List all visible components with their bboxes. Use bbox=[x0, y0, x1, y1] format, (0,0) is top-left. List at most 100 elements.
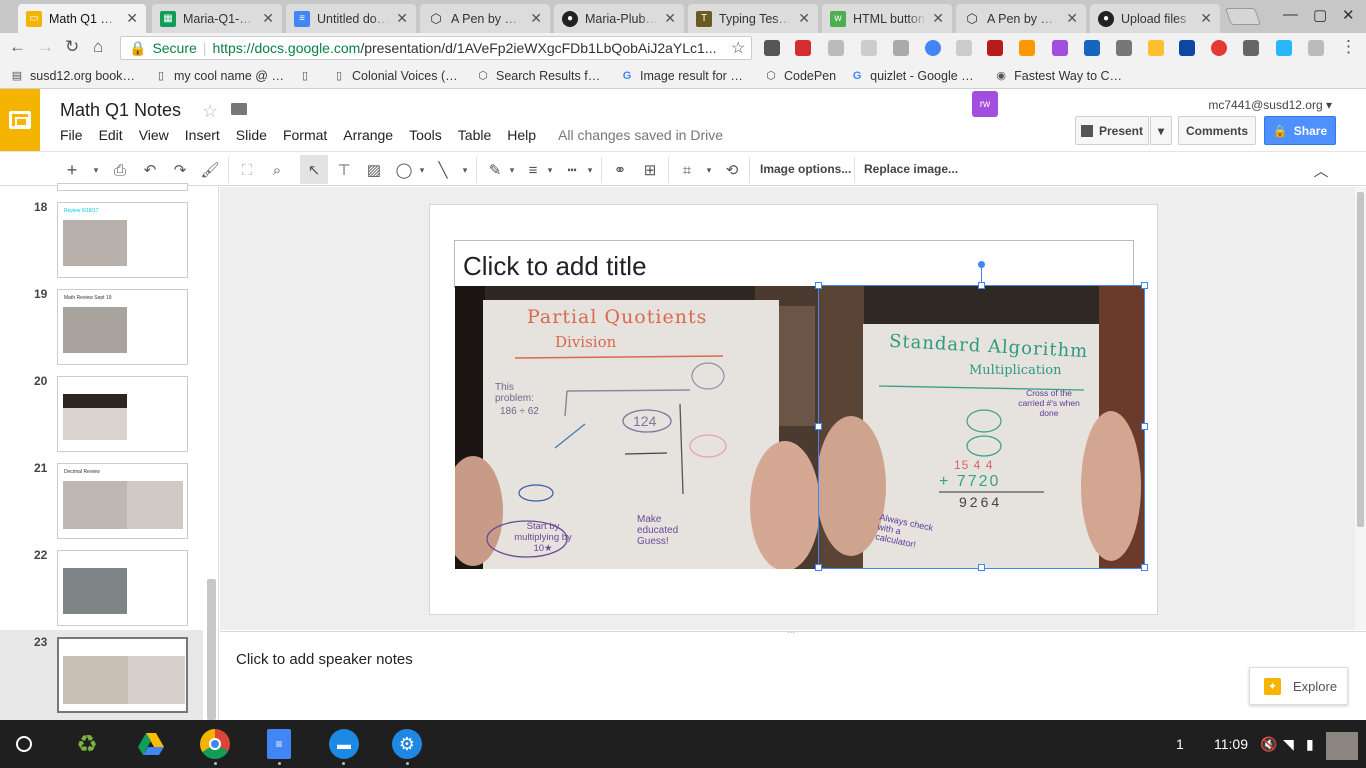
close-icon[interactable]: ✕ bbox=[932, 10, 944, 27]
close-icon[interactable]: ✕ bbox=[396, 10, 408, 27]
bookmark-star-icon[interactable]: ☆ bbox=[731, 38, 745, 58]
adblock-icon[interactable] bbox=[1211, 40, 1227, 56]
title-placeholder[interactable]: Click to add title bbox=[454, 240, 1134, 288]
slide-thumbnail[interactable] bbox=[57, 183, 188, 191]
menu-format[interactable]: Format bbox=[283, 127, 327, 143]
bookmark-item[interactable]: G Image result for multi bbox=[620, 69, 750, 83]
bookmark-item[interactable]: ▯ bbox=[298, 69, 318, 83]
border-dash-icon[interactable]: ┅ bbox=[562, 161, 582, 179]
reset-image-icon[interactable]: ⟲ bbox=[722, 161, 742, 179]
maximize-icon[interactable]: ▢ bbox=[1313, 6, 1327, 24]
settings-icon[interactable]: ⚙ bbox=[392, 729, 422, 759]
print-icon[interactable]: ⎙ bbox=[110, 161, 130, 179]
extension-c-icon[interactable] bbox=[764, 40, 780, 56]
tab-html-button[interactable]: w HTML button ✕ bbox=[822, 4, 952, 33]
close-icon[interactable]: ✕ bbox=[1066, 10, 1078, 27]
resize-handle-sw[interactable] bbox=[815, 564, 822, 571]
replace-image-button[interactable]: Replace image... bbox=[864, 162, 958, 176]
text-box-icon[interactable]: ⊤ bbox=[334, 161, 354, 179]
menu-icon[interactable]: ⋮ bbox=[1340, 37, 1357, 57]
resize-grip-icon[interactable]: ⋯ bbox=[787, 628, 795, 637]
crop-dropdown-icon[interactable]: ▾ bbox=[699, 161, 719, 179]
link-icon[interactable]: ⚭ bbox=[610, 161, 630, 179]
extension-keep-icon[interactable] bbox=[1148, 40, 1164, 56]
resize-handle-nw[interactable] bbox=[815, 282, 822, 289]
extension-color-icon[interactable] bbox=[1019, 40, 1035, 56]
present-button[interactable]: Present bbox=[1075, 116, 1149, 145]
line-icon[interactable]: ╲ bbox=[433, 161, 453, 179]
zoom-fit-icon[interactable]: ⛶ bbox=[237, 161, 257, 179]
slide-thumbnail-19[interactable]: Math Review Sept 19 bbox=[57, 289, 188, 365]
extension-s-icon[interactable] bbox=[987, 40, 1003, 56]
bookmark-item[interactable]: Gquizlet - Google Sear bbox=[850, 69, 980, 83]
select-icon[interactable]: ↖ bbox=[300, 155, 328, 184]
border-weight-dropdown-icon[interactable]: ▾ bbox=[540, 161, 560, 179]
explore-button[interactable]: ✦ Explore bbox=[1249, 667, 1348, 705]
shape-icon[interactable]: ◯ bbox=[394, 161, 414, 179]
shape-dropdown-icon[interactable]: ▾ bbox=[412, 161, 432, 179]
close-icon[interactable]: ✕ bbox=[126, 10, 138, 27]
document-title[interactable]: Math Q1 Notes bbox=[60, 100, 181, 121]
comments-button[interactable]: Comments bbox=[1178, 116, 1256, 145]
extension-mic-icon[interactable] bbox=[925, 40, 941, 56]
chrome-icon[interactable] bbox=[200, 729, 230, 759]
menu-tools[interactable]: Tools bbox=[409, 127, 442, 143]
star-icon[interactable]: ☆ bbox=[202, 101, 218, 122]
undo-icon[interactable]: ↶ bbox=[140, 161, 160, 179]
crop-icon[interactable]: ⌗ bbox=[677, 161, 697, 179]
share-button[interactable]: 🔒 Share bbox=[1264, 116, 1336, 145]
extension-book-icon[interactable] bbox=[795, 40, 811, 56]
wifi-icon[interactable]: ◥ bbox=[1283, 736, 1294, 753]
tab-untitled-document[interactable]: ≡ Untitled document ✕ bbox=[286, 4, 416, 33]
address-bar[interactable]: 🔒 Secure | https://docs.google.com/prese… bbox=[120, 36, 752, 60]
menu-insert[interactable]: Insert bbox=[185, 127, 220, 143]
account-email[interactable]: mc7441@susd12.org ▾ bbox=[1208, 98, 1332, 112]
mute-icon[interactable]: 🔇 bbox=[1260, 736, 1277, 753]
menu-help[interactable]: Help bbox=[507, 127, 536, 143]
rotate-handle[interactable] bbox=[978, 261, 985, 268]
launcher-icon[interactable] bbox=[16, 736, 32, 752]
bookmark-item[interactable]: ▯ my cool name @ Par bbox=[154, 69, 284, 83]
collapse-toolbar-icon[interactable]: ︿ bbox=[1311, 161, 1331, 180]
extension-rw-icon[interactable] bbox=[1052, 40, 1068, 56]
close-icon[interactable]: ✕ bbox=[530, 10, 542, 27]
close-window-icon[interactable]: ✕ bbox=[1342, 6, 1355, 24]
tab-maria-q1-data[interactable]: ▦ Maria-Q1-Data ✕ bbox=[152, 4, 282, 33]
new-slide-icon[interactable]: + bbox=[62, 160, 82, 180]
add-comment-icon[interactable]: ⊞ bbox=[640, 161, 660, 179]
paint-format-icon[interactable]: 🖌 bbox=[200, 161, 220, 179]
tab-a-pen-by-maria[interactable]: ⬡ A Pen by Maria ✕ bbox=[420, 4, 550, 33]
bookmark-item[interactable]: ⬡Search Results for Do bbox=[476, 69, 606, 83]
tab-upload-files[interactable]: ● Upload files ✕ bbox=[1090, 4, 1220, 33]
close-icon[interactable]: ✕ bbox=[262, 10, 274, 27]
border-color-dropdown-icon[interactable]: ▾ bbox=[502, 161, 522, 179]
notification-count[interactable]: 1 bbox=[1176, 736, 1184, 752]
bookmark-item[interactable]: ◉ Fastest Way to Creat bbox=[994, 69, 1124, 83]
slide-thumbnail-18[interactable]: Review 9/18/17 bbox=[57, 202, 188, 278]
resize-handle-w[interactable] bbox=[815, 423, 822, 430]
save-status[interactable]: All changes saved in Drive bbox=[558, 127, 723, 143]
filmstrip-scrollbar[interactable] bbox=[207, 579, 216, 720]
extension-new-icon[interactable] bbox=[1084, 40, 1100, 56]
image-options-button[interactable]: Image options... bbox=[760, 162, 851, 176]
extension-recycle-icon[interactable] bbox=[1116, 40, 1132, 56]
back-icon[interactable]: ← bbox=[9, 37, 26, 57]
image-icon[interactable]: ▨ bbox=[364, 161, 384, 179]
read-write-extension-icon[interactable]: rw bbox=[972, 91, 998, 117]
extension-gray-icon[interactable] bbox=[1308, 40, 1324, 56]
menu-arrange[interactable]: Arrange bbox=[343, 127, 393, 143]
resize-handle-ne[interactable] bbox=[1141, 282, 1148, 289]
new-tab-button[interactable] bbox=[1224, 8, 1262, 25]
resize-handle-s[interactable] bbox=[978, 564, 985, 571]
resize-handle-e[interactable] bbox=[1141, 423, 1148, 430]
recycle-icon[interactable]: ♻ bbox=[72, 729, 102, 759]
present-dropdown[interactable]: ▾ bbox=[1150, 116, 1172, 145]
tab-a-pen-by-maria-2[interactable]: ⬡ A Pen by Maria ✕ bbox=[956, 4, 1086, 33]
slide-thumbnail-22[interactable] bbox=[57, 550, 188, 626]
extension-list-icon[interactable] bbox=[1243, 40, 1259, 56]
extension-drop-icon[interactable] bbox=[1179, 40, 1195, 56]
resize-handle-n[interactable] bbox=[978, 282, 985, 289]
forward-icon[interactable]: → bbox=[37, 37, 54, 57]
redo-icon[interactable]: ↷ bbox=[170, 161, 190, 179]
new-slide-dropdown-icon[interactable]: ▾ bbox=[86, 161, 106, 179]
